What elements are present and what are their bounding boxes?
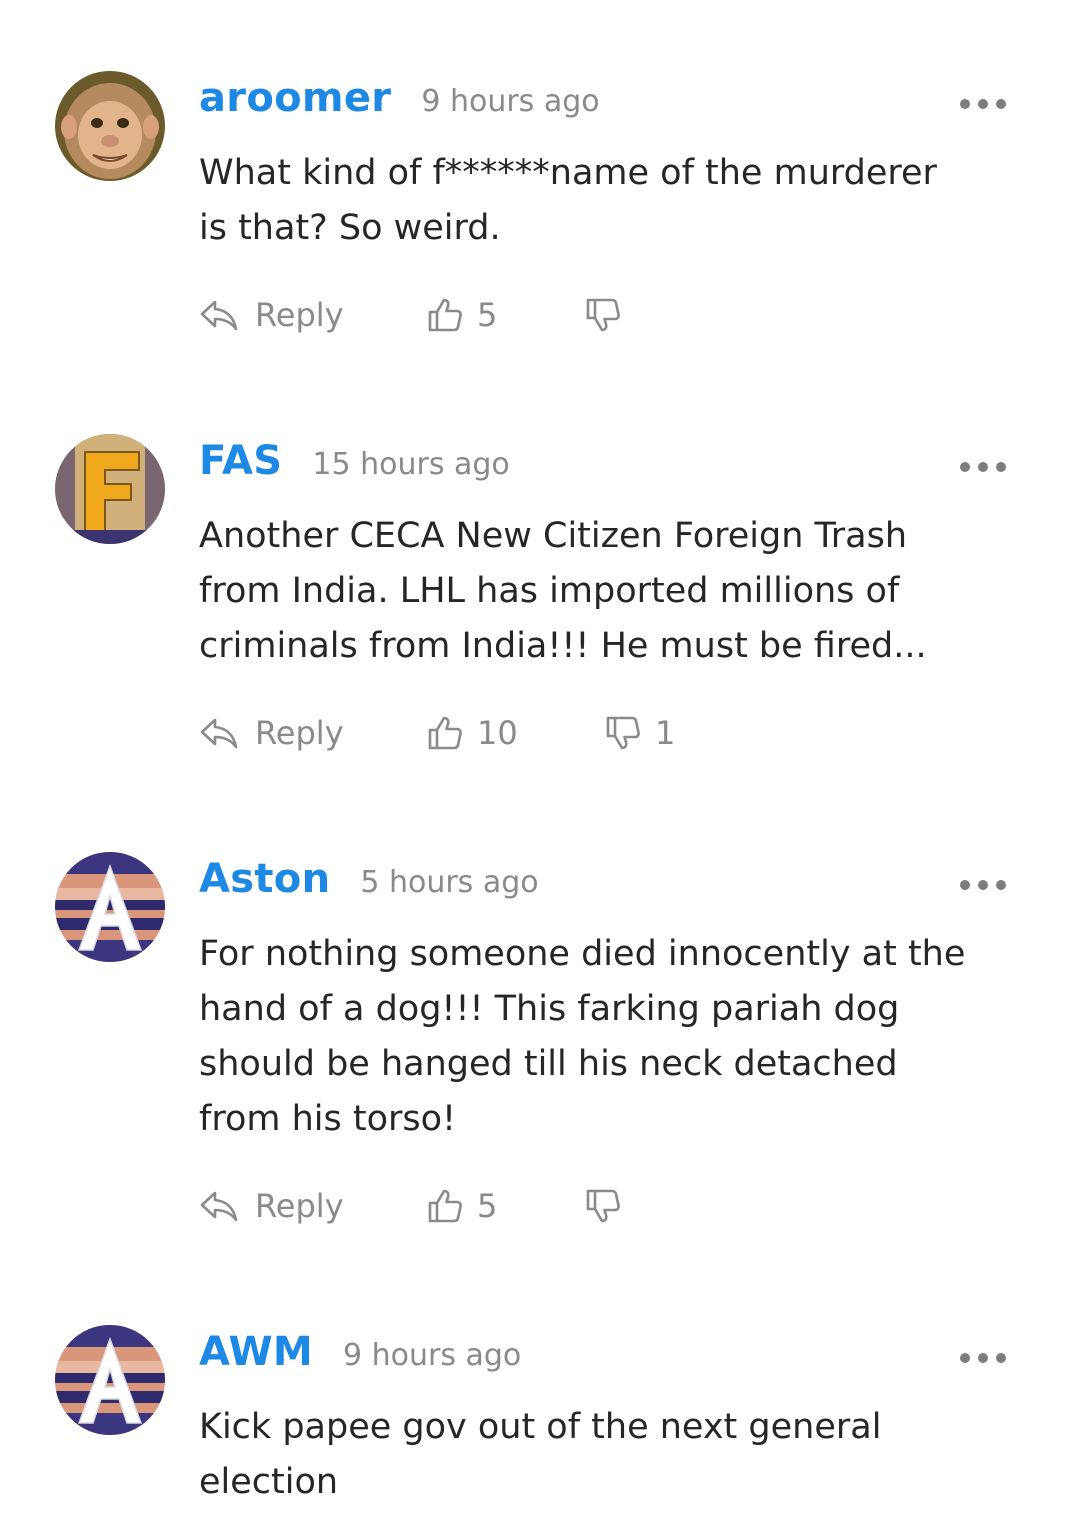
comment-text: Kick papee gov out of the next general e… [199,1407,882,1502]
like-count: 5 [477,1187,498,1225]
like-button[interactable]: 10 [427,711,518,755]
reply-icon [199,716,239,750]
thumbs-up-icon [427,1188,463,1224]
comment-text: Another CECA New Citizen Foreign Trash f… [199,516,927,666]
username[interactable]: AWM [199,1329,313,1375]
comment-text: For nothing someone died innocently at t… [199,934,966,1139]
more-options-icon[interactable] [960,97,1006,111]
username[interactable]: FAS [199,438,282,484]
thumbs-up-icon [427,297,463,333]
dislike-button[interactable] [585,293,621,337]
more-options-icon[interactable] [960,1351,1006,1365]
like-count: 5 [477,296,498,334]
timestamp: 15 hours ago [312,447,510,482]
comment: Aston 5 hours ago For nothing someone di… [0,852,1080,1252]
reply-button[interactable]: Reply [199,1184,344,1228]
reply-label: Reply [255,296,344,334]
comment-actions: Reply 10 1 [199,711,959,755]
reply-label: Reply [255,714,344,752]
like-count: 10 [477,714,518,752]
username[interactable]: Aston [199,856,330,902]
comment-text: What kind of f******name of the murderer… [199,153,937,248]
comment: aroomer 9 hours ago What kind of f******… [0,71,1080,351]
comment-actions: Reply 5 [199,1184,959,1228]
thumbs-down-icon [585,1188,621,1224]
like-button[interactable]: 5 [427,1184,497,1228]
reply-label: Reply [255,1187,344,1225]
letter-f-avatar[interactable] [55,434,165,544]
dislike-button[interactable]: 1 [605,711,675,755]
reply-button[interactable]: Reply [199,711,344,755]
dislike-count: 1 [655,714,676,752]
timestamp: 9 hours ago [421,84,600,119]
comment-meta: aroomer 9 hours ago [199,75,600,135]
letter-a-avatar[interactable] [55,1325,165,1435]
comment: FAS 15 hours ago Another CECA New Citize… [0,434,1080,774]
more-options-icon[interactable] [960,460,1006,474]
comment: AWM 9 hours ago Kick papee gov out of th… [0,1325,1080,1514]
reply-icon [199,298,239,332]
reply-button[interactable]: Reply [199,293,344,337]
like-button[interactable]: 5 [427,293,497,337]
comment-actions: Reply 5 [199,293,959,337]
timestamp: 9 hours ago [343,1338,522,1373]
more-options-icon[interactable] [960,878,1006,892]
comment-meta: AWM 9 hours ago [199,1329,521,1389]
comment-meta: FAS 15 hours ago [199,438,510,498]
comment-meta: Aston 5 hours ago [199,856,539,916]
letter-a-avatar[interactable] [55,852,165,962]
username[interactable]: aroomer [199,75,391,121]
reply-icon [199,1189,239,1223]
dislike-button[interactable] [585,1184,621,1228]
thumbs-down-icon [585,297,621,333]
thumbs-up-icon [427,715,463,751]
thumbs-down-icon [605,715,641,751]
monkey-avatar[interactable] [55,71,165,181]
timestamp: 5 hours ago [360,865,539,900]
